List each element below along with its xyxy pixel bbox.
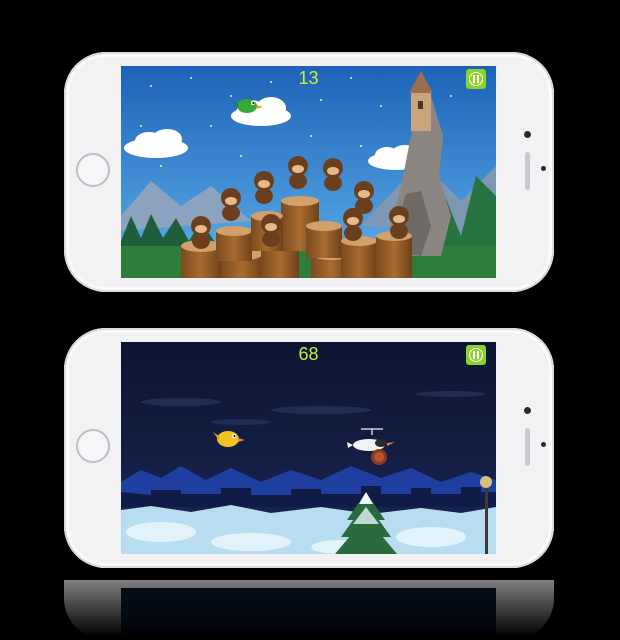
front-camera (524, 131, 531, 138)
earpiece-speaker (525, 428, 530, 466)
phone-frame-bottom: 68 (64, 328, 554, 568)
pause-button[interactable] (466, 69, 486, 89)
phone-reflection (64, 580, 554, 640)
earpiece-speaker (525, 152, 530, 190)
proximity-sensor (541, 442, 546, 447)
pause-icon (469, 72, 483, 86)
game-screen-night[interactable]: 68 (121, 342, 496, 554)
score-counter: 68 (298, 344, 319, 364)
home-button[interactable] (76, 429, 110, 463)
pause-button[interactable] (466, 345, 486, 365)
night-scene (121, 342, 496, 554)
pause-icon (469, 348, 483, 362)
castle-tower (411, 91, 431, 131)
score-counter: 13 (298, 68, 319, 88)
proximity-sensor (541, 166, 546, 171)
front-camera (524, 407, 531, 414)
home-button[interactable] (76, 153, 110, 187)
phone-frame-top: 13 (64, 52, 554, 292)
day-scene (121, 66, 496, 278)
game-screen-day[interactable]: 13 (121, 66, 496, 278)
